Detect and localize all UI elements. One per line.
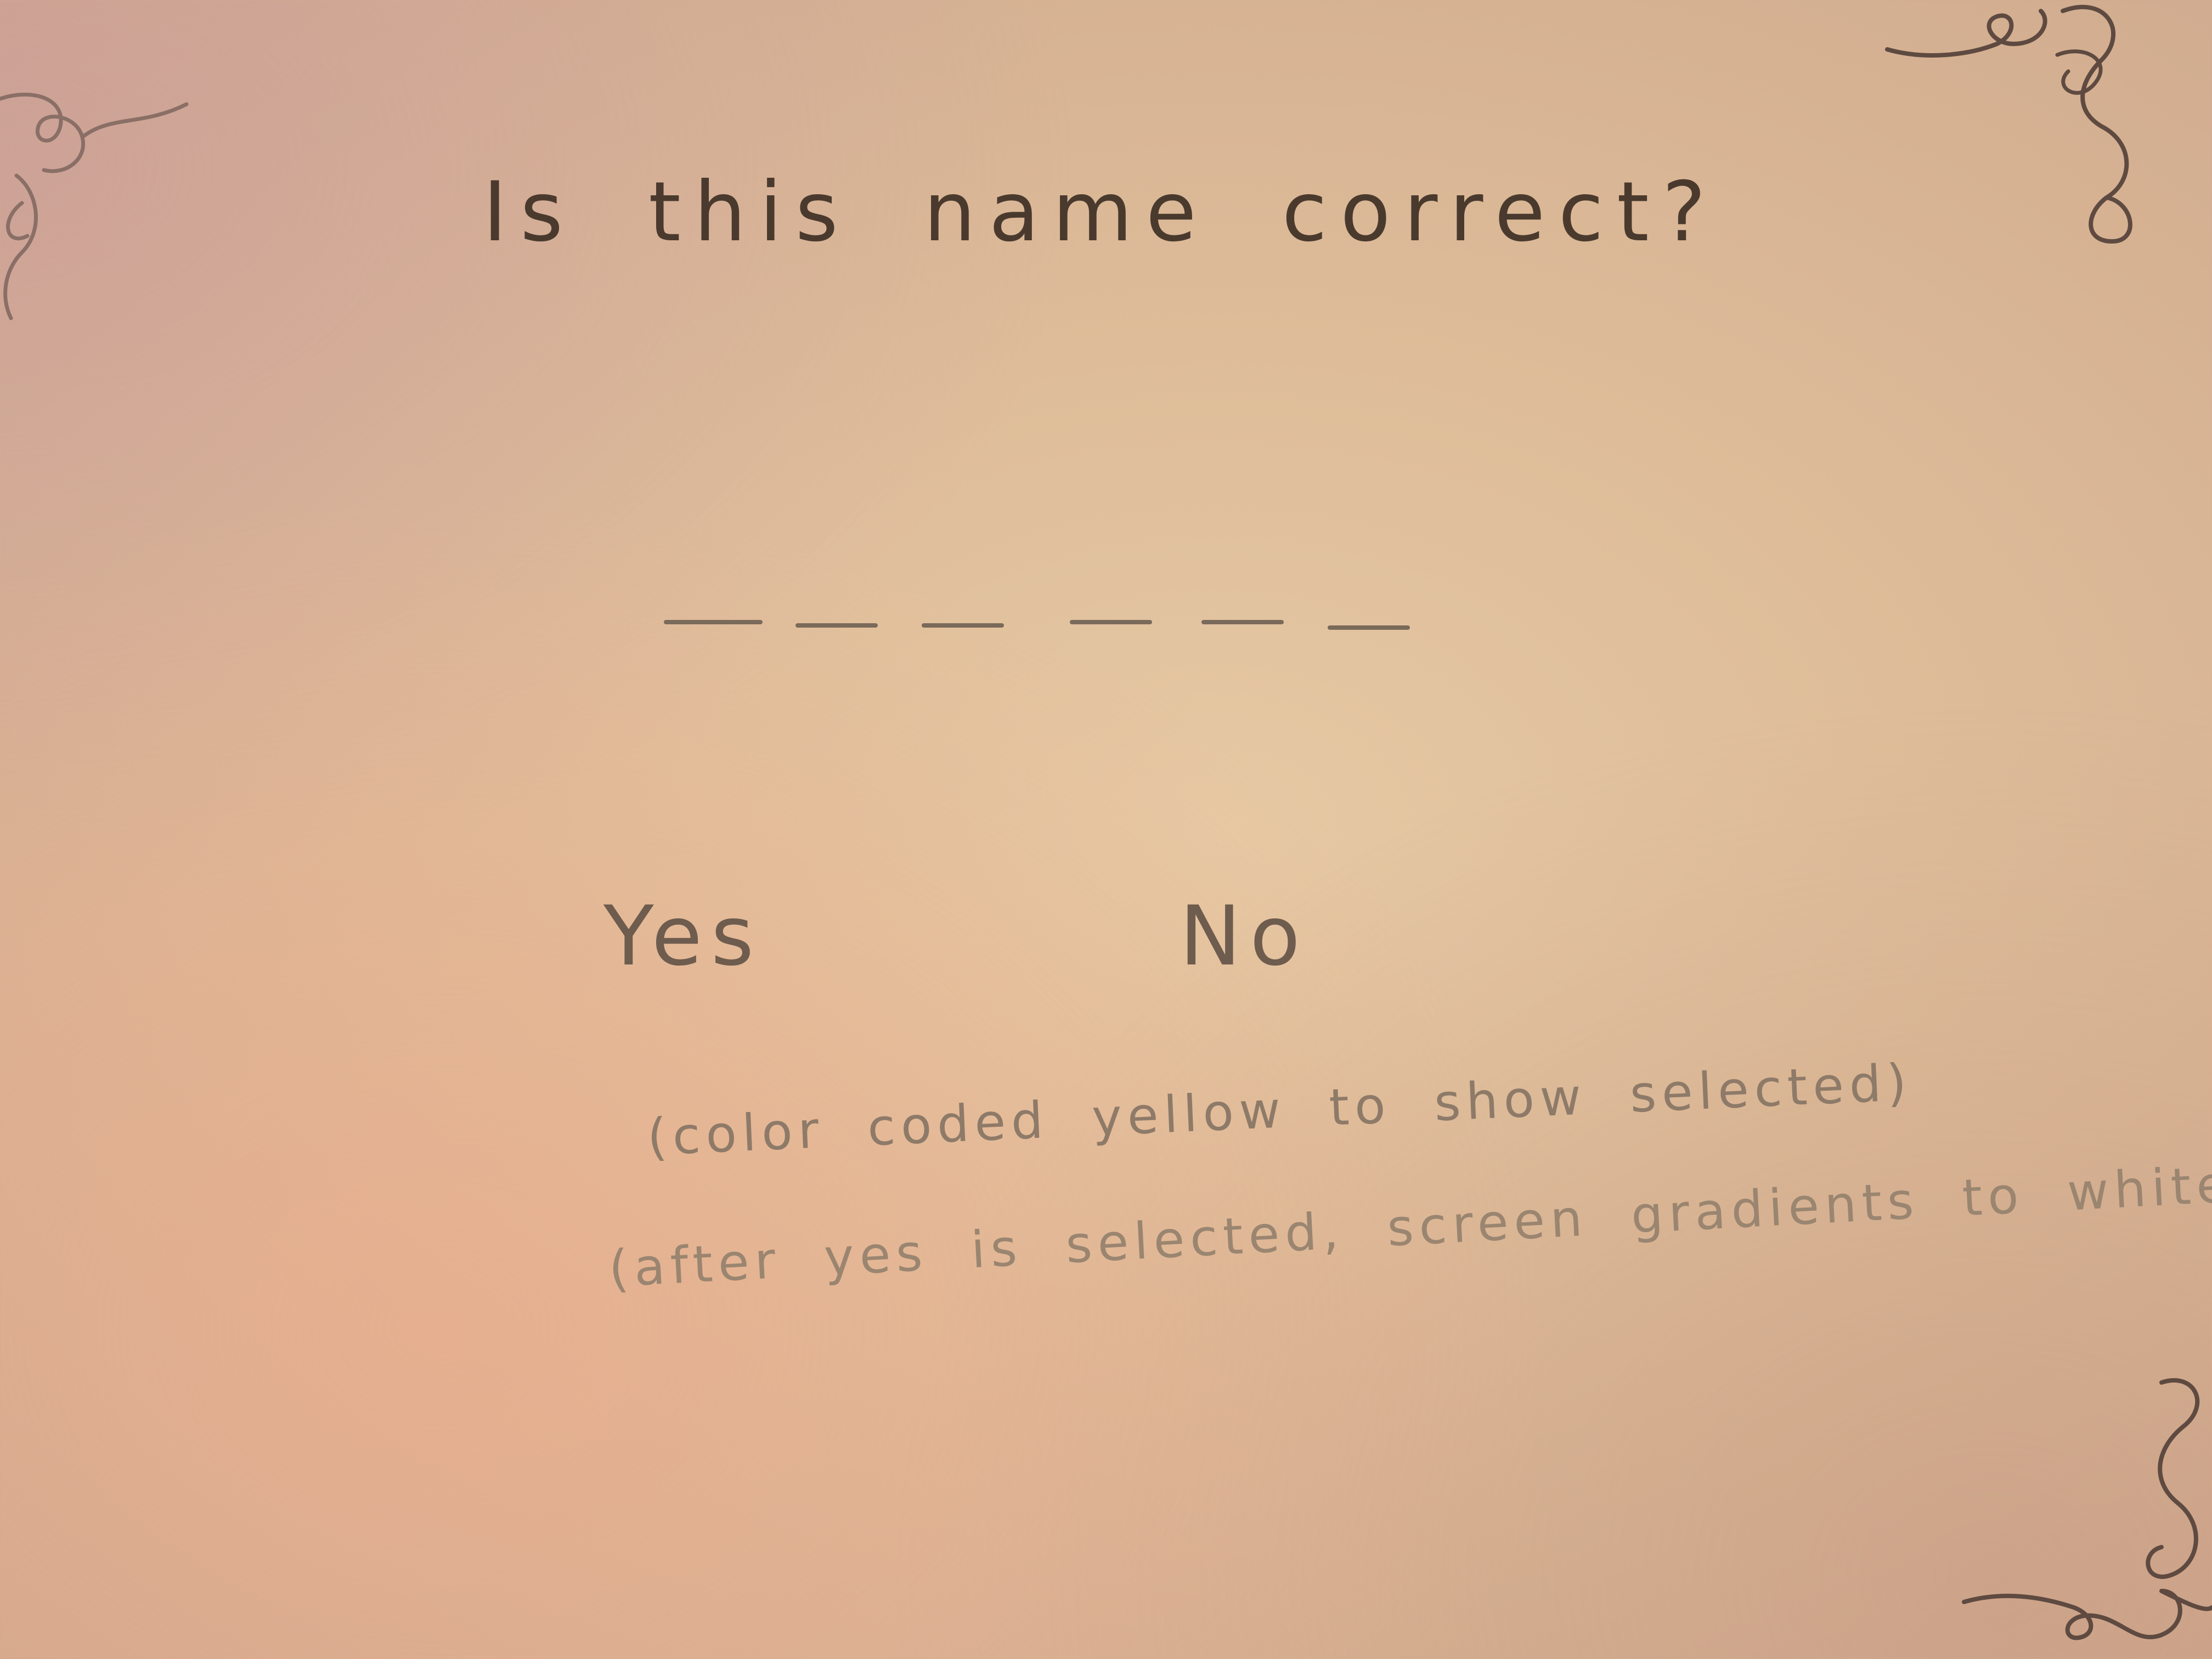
annotation-note: (color coded yellow to show selected): [646, 1053, 1914, 1167]
treble-clef-flourish-icon: [1876, 0, 2183, 252]
name-blank: [1070, 620, 1152, 624]
treble-clef-flourish-icon: [1953, 1372, 2212, 1659]
sketch-screen: Is this name correct? Yes No (color code…: [0, 0, 2212, 1659]
name-blank: [922, 623, 1004, 628]
page-title: Is this name correct?: [483, 165, 1719, 260]
yes-button[interactable]: Yes: [603, 889, 763, 984]
annotation-note: (after yes is selected, screen gradients…: [607, 1152, 2212, 1299]
name-field: [664, 620, 1421, 642]
name-blank: [1328, 625, 1410, 630]
name-blank: [1201, 620, 1284, 624]
name-blank: [664, 620, 763, 624]
name-blank: [795, 623, 878, 628]
no-button[interactable]: No: [1180, 889, 1309, 984]
treble-clef-flourish-icon: [0, 66, 208, 329]
